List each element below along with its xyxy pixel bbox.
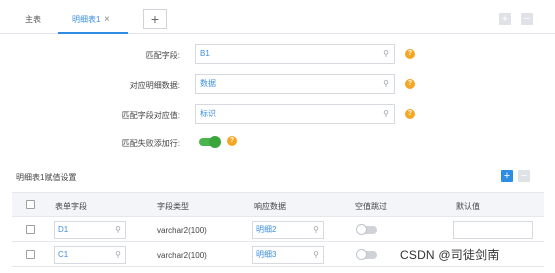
response-data-input[interactable]: 明细2 ⚲ [252, 221, 324, 239]
col-field-type: 字段类型 [157, 202, 189, 211]
response-data-value: 明细2 [256, 225, 277, 234]
field-type-value: varchar2(100) [157, 251, 207, 260]
tab-main-label: 主表 [25, 15, 41, 24]
search-icon[interactable]: ⚲ [313, 247, 319, 263]
detail-data-input[interactable]: 数据 ⚲ [195, 74, 395, 94]
search-icon[interactable]: ⚲ [383, 75, 389, 93]
field-type-value: varchar2(100) [157, 226, 207, 235]
help-icon[interactable]: ? [405, 49, 415, 59]
search-icon[interactable]: ⚲ [115, 247, 121, 263]
tab-bar: 主表 明细表1 × + + − [0, 0, 555, 34]
match-field-input[interactable]: B1 ⚲ [195, 44, 395, 64]
help-icon[interactable]: ? [227, 136, 237, 146]
tab-detail-1[interactable]: 明细表1 × [58, 0, 128, 34]
remove-row-button[interactable]: − [518, 170, 530, 182]
add-disabled-button[interactable]: + [499, 13, 511, 25]
form-field-input[interactable]: D1 ⚲ [54, 221, 126, 239]
search-icon[interactable]: ⚲ [313, 222, 319, 238]
match-field-label: 匹配字段: [145, 51, 180, 60]
row-checkbox[interactable] [26, 250, 35, 259]
select-all-checkbox[interactable] [26, 200, 35, 209]
help-icon[interactable]: ? [405, 109, 415, 119]
toggle-knob [356, 224, 367, 235]
match-value-input[interactable]: 标识 ⚲ [195, 104, 395, 124]
detail-data-label: 对应明细数据: [129, 81, 180, 90]
tab-detail-label: 明细表1 [72, 15, 101, 24]
add-row-button[interactable]: + [501, 170, 513, 182]
col-default: 默认值 [456, 202, 480, 211]
search-icon[interactable]: ⚲ [115, 222, 121, 238]
fail-add-toggle[interactable] [199, 136, 221, 148]
row-checkbox[interactable] [26, 225, 35, 234]
col-skip-empty: 空值跳过 [355, 202, 387, 211]
form-field-input[interactable]: C1 ⚲ [54, 246, 126, 264]
section-title: 明细表1赋值设置 [16, 173, 77, 182]
table-row: D1 ⚲ varchar2(100) 明细2 ⚲ [12, 218, 544, 242]
col-form-field: 表单字段 [55, 202, 87, 211]
remove-disabled-button[interactable]: − [521, 13, 533, 25]
response-data-value: 明细3 [256, 250, 277, 259]
match-value-label: 匹配字段对应值: [121, 111, 180, 120]
form-field-value: C1 [58, 250, 69, 259]
help-icon[interactable]: ? [405, 79, 415, 89]
skip-empty-toggle[interactable] [356, 224, 377, 235]
skip-empty-toggle[interactable] [356, 249, 377, 260]
watermark: CSDN @司徒剑南 [400, 248, 500, 262]
search-icon[interactable]: ⚲ [383, 105, 389, 123]
form-field-value: D1 [58, 225, 69, 234]
close-icon[interactable]: × [104, 0, 110, 40]
fail-add-label: 匹配失败添加行: [121, 139, 180, 148]
detail-data-value: 数据 [200, 79, 216, 88]
search-icon[interactable]: ⚲ [383, 45, 389, 63]
table-header: 表单字段 字段类型 响应数据 空值跳过 默认值 [12, 193, 544, 217]
default-value-input[interactable] [453, 221, 533, 239]
match-value-value: 标识 [200, 109, 216, 118]
col-response-data: 响应数据 [254, 202, 286, 211]
toggle-knob [356, 249, 367, 260]
toggle-knob [209, 136, 221, 148]
add-tab-button[interactable]: + [143, 9, 167, 29]
match-field-value: B1 [200, 49, 210, 58]
tab-main[interactable]: 主表 [25, 0, 41, 34]
response-data-input[interactable]: 明细3 ⚲ [252, 246, 324, 264]
